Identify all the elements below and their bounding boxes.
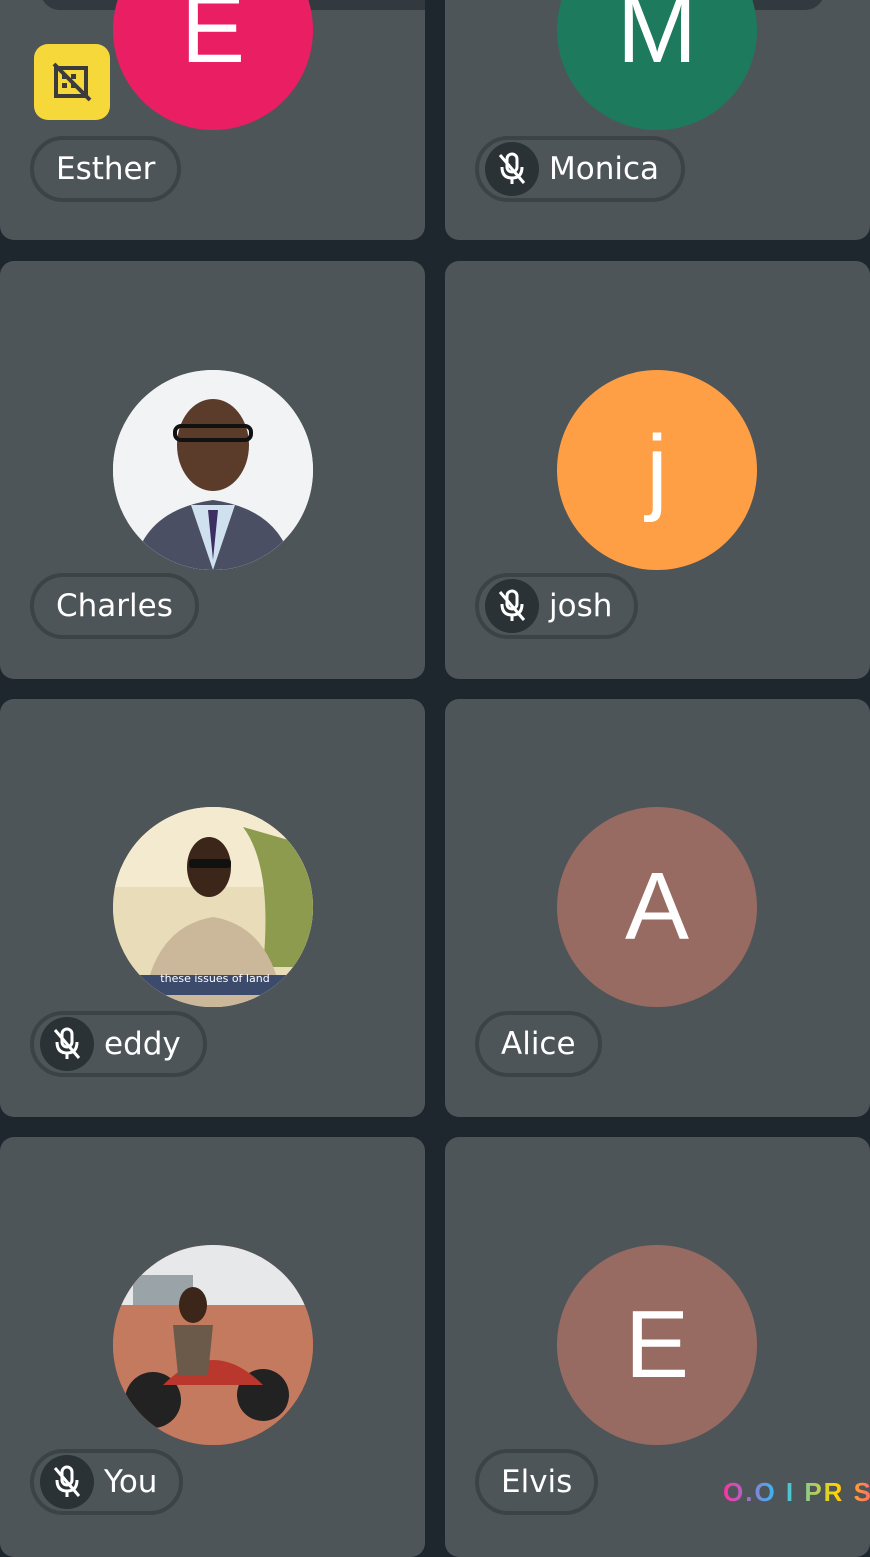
avatar: E <box>557 1245 757 1445</box>
mic-off-icon <box>485 579 539 633</box>
avatar-photo <box>113 370 313 570</box>
participant-name: Elvis <box>501 1464 573 1500</box>
participant-name-chip: Elvis <box>475 1449 599 1515</box>
participant-tile-alice[interactable]: A Alice <box>445 699 870 1117</box>
participant-name-chip: eddy <box>30 1011 207 1077</box>
participant-name: eddy <box>104 1026 181 1062</box>
mic-off-icon <box>40 1017 94 1071</box>
participant-name: Alice <box>501 1026 576 1062</box>
avatar: E <box>113 0 313 130</box>
mic-off-icon <box>485 142 539 196</box>
participant-tile-you[interactable]: You <box>0 1137 425 1557</box>
participant-tile-josh[interactable]: j josh <box>445 261 870 679</box>
participant-tile-eddy[interactable]: these issues of land eddy <box>0 699 425 1117</box>
participant-tile-charles[interactable]: Charles <box>0 261 425 679</box>
participant-tile-monica[interactable]: M Monica <box>445 0 870 240</box>
participant-name-chip: josh <box>475 573 639 639</box>
participant-name: josh <box>549 588 613 624</box>
participant-name-chip: Alice <box>475 1011 602 1077</box>
avatar-photo <box>113 1245 313 1445</box>
participant-name-chip: Esther <box>30 136 182 202</box>
participant-name: You <box>104 1464 158 1500</box>
participant-name: Charles <box>56 588 173 624</box>
watermark: O.O I PR SS <box>723 1477 870 1508</box>
participant-name: Monica <box>549 151 660 187</box>
participant-name-chip: Monica <box>475 136 686 202</box>
avatar: M <box>557 0 757 130</box>
participant-name-chip: Charles <box>30 573 199 639</box>
participant-tile-elvis[interactable]: E Elvis O.O I PR SS <box>445 1137 870 1557</box>
participant-name-chip: You <box>30 1449 184 1515</box>
participant-name: Esther <box>56 151 156 187</box>
avatar: A <box>557 807 757 1007</box>
photo-caption: these issues of land <box>160 972 270 985</box>
mic-off-icon <box>40 1455 94 1509</box>
avatar: j <box>557 370 757 570</box>
participant-tile-esther[interactable]: E Esther <box>0 0 425 240</box>
no-video-icon <box>34 44 110 120</box>
